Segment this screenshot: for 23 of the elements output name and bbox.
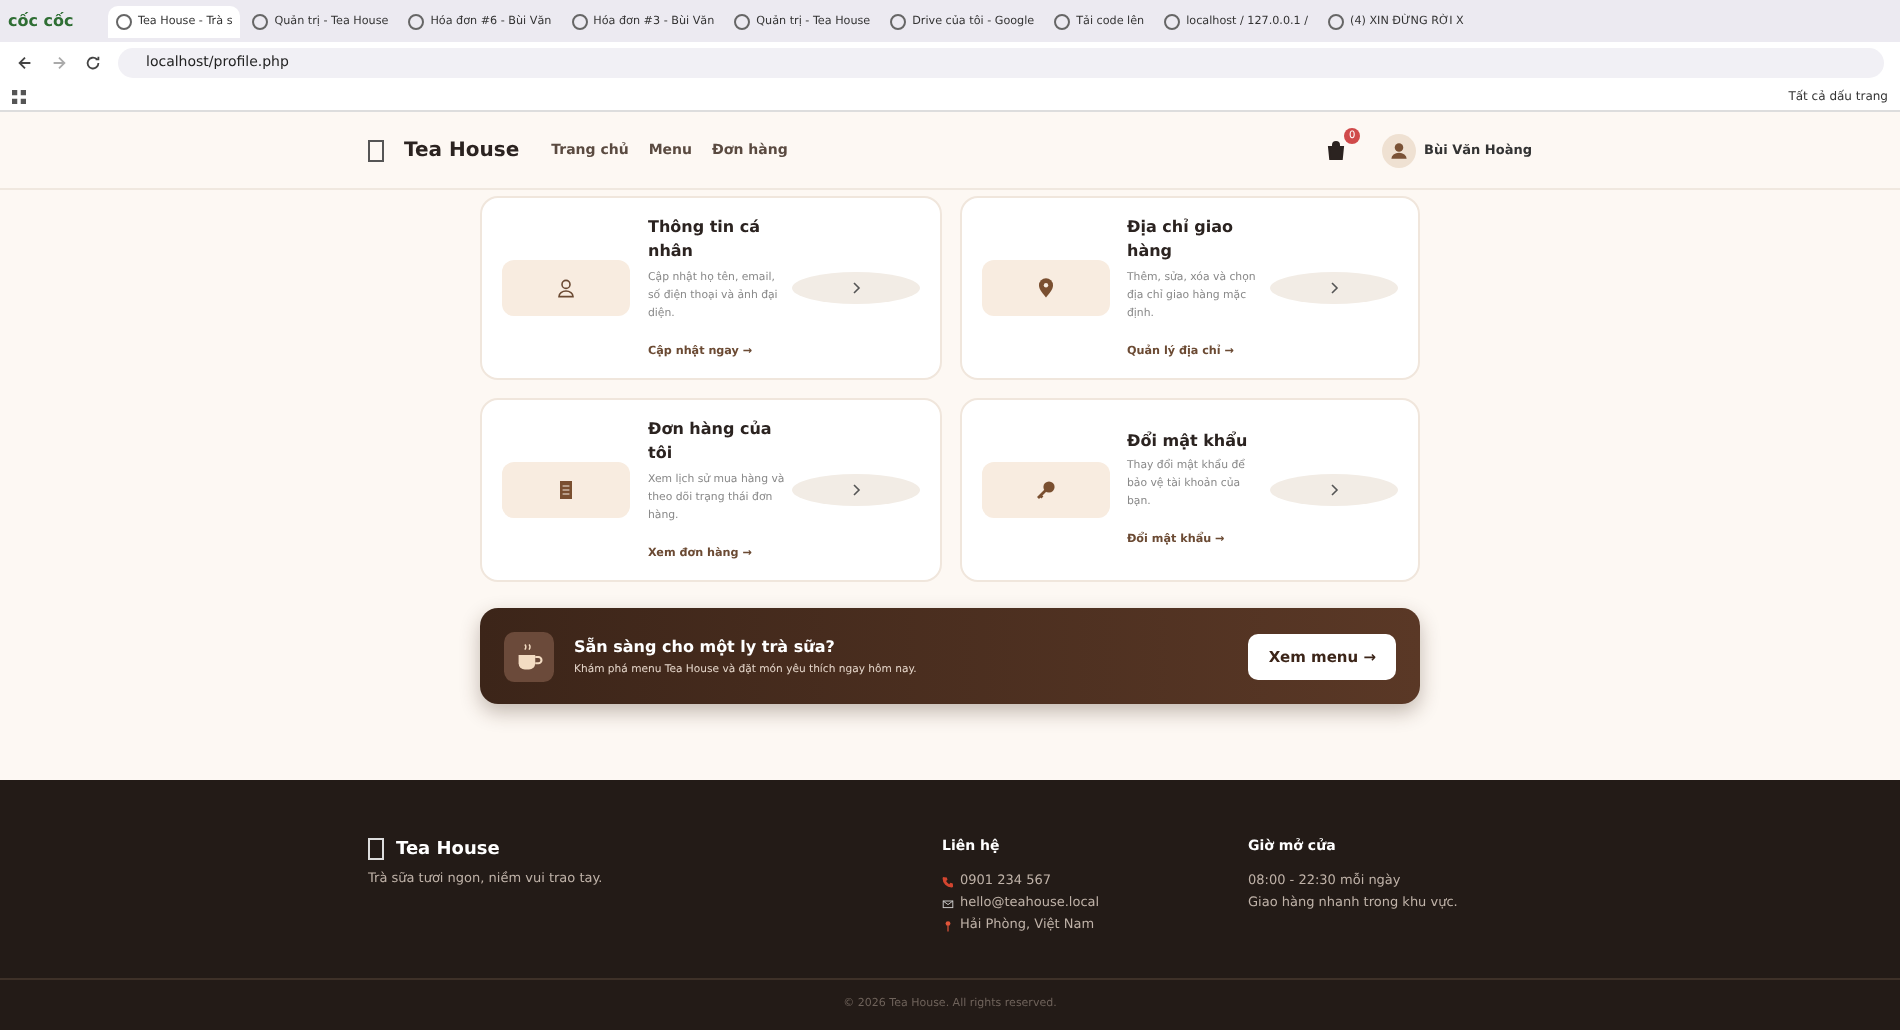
key-icon (1035, 480, 1055, 500)
card-title: Đổi mật khẩu (1127, 429, 1250, 454)
shopping-bag-icon[interactable] (1326, 140, 1347, 160)
card-title: Địa chỉ giao hàng (1127, 215, 1235, 264)
browser-logo[interactable]: cốc cốc (8, 12, 104, 30)
receipt-icon (556, 480, 576, 500)
banner-title: Sẵn sàng cho một ly trà sữa? (574, 637, 837, 655)
avatar-icon[interactable] (1382, 133, 1417, 167)
brand-name[interactable]: Tea House (404, 139, 520, 161)
user-icon (556, 278, 576, 298)
footer-brand: Tea House (396, 839, 500, 859)
card-title: Thông tin cá nhân (648, 215, 763, 264)
map-pin-icon (942, 919, 954, 931)
coffee-cup-icon (504, 631, 554, 681)
logo-icon (368, 838, 384, 860)
back-icon[interactable] (16, 53, 34, 71)
logo-icon (368, 139, 384, 161)
card-title: Đơn hàng của tôi (648, 417, 774, 466)
phone-icon (942, 875, 954, 887)
map-pin-icon (1035, 278, 1055, 298)
mail-icon (942, 897, 954, 909)
apps-icon[interactable] (12, 89, 26, 103)
reload-icon[interactable] (84, 53, 102, 71)
